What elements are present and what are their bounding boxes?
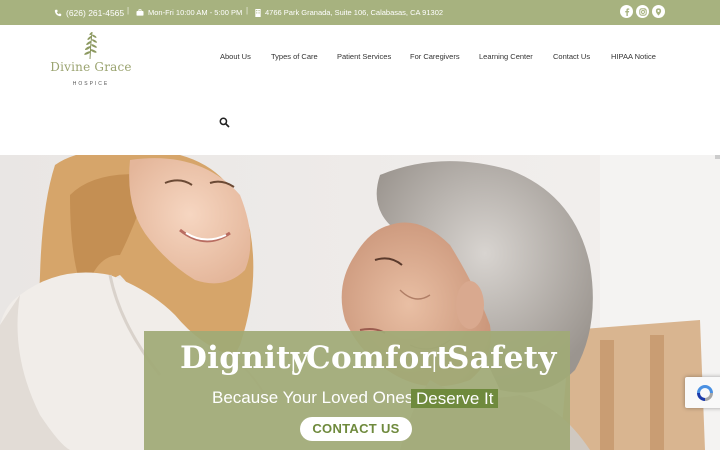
nav-item-contact-us[interactable]: Contact Us [553,52,590,61]
scrollbar-thumb[interactable] [715,155,720,159]
logo-subtitle: HOSPICE [72,81,110,87]
recaptcha-badge[interactable] [685,377,720,408]
search-button[interactable] [219,115,231,128]
briefcase-icon [136,9,144,16]
building-icon [255,8,261,17]
hero-tagline-highlight: Deserve It [411,389,499,408]
address-text: 4766 Park Granada, Suite 106, Calabasas,… [265,8,444,17]
leaf-logo-icon [84,31,98,60]
top-info-bar: (626) 261-4565 | Mon-Fri 10:00 AM - 5:00… [0,0,720,25]
hero-divider: | [432,352,437,372]
office-hours: Mon-Fri 10:00 AM - 5:00 PM [136,0,242,25]
phone-number: (626) 261-4565 [66,7,125,18]
logo-name: Divine Grace [50,60,132,74]
hero-headline: Dignity | Comfort | Safety [144,340,570,382]
nav-item-about-us[interactable]: About Us [220,52,251,61]
phone-link[interactable]: (626) 261-4565 [54,0,124,25]
hero-word-dignity: Dignity [180,340,310,376]
office-hours-text: Mon-Fri 10:00 AM - 5:00 PM [148,8,243,17]
address: 4766 Park Granada, Suite 106, Calabasas,… [255,0,443,25]
hero-word-safety: Safety [447,340,557,376]
contact-us-button[interactable]: CONTACT US [300,417,412,441]
nav-item-hipaa-notice[interactable]: HIPAA Notice [611,52,656,61]
map-pin-icon[interactable] [652,5,665,18]
phone-icon [54,9,62,16]
topbar-separator: | [127,6,130,15]
hero-word-comfort: Comfort [306,340,451,376]
instagram-icon[interactable] [636,5,649,18]
facebook-icon[interactable] [620,5,633,18]
nav-item-learning-center[interactable]: Learning Center [479,52,533,61]
hero-tagline: Because Your Loved Ones [212,388,414,407]
hero-divider: | [291,352,296,372]
nav-item-for-caregivers[interactable]: For Caregivers [410,52,460,61]
nav-item-types-of-care[interactable]: Types of Care [271,52,318,61]
recaptcha-icon [697,384,713,401]
site-logo[interactable]: Divine Grace HOSPICE [50,30,132,90]
topbar-separator: | [246,6,249,15]
search-icon [219,117,230,128]
nav-item-patient-services[interactable]: Patient Services [337,52,391,61]
